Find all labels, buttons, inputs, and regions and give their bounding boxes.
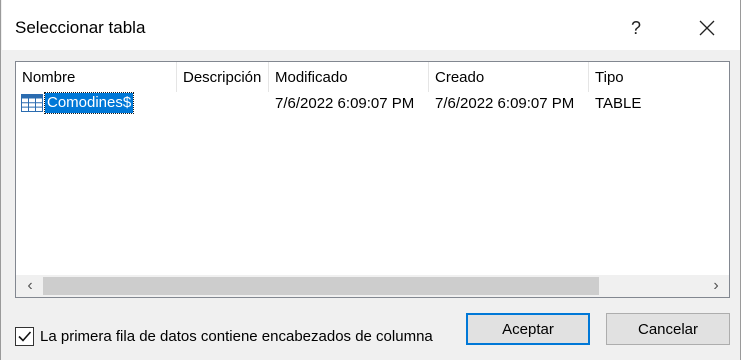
row-name: Comodines$	[43, 92, 135, 114]
header-row-checkbox[interactable]	[15, 326, 34, 346]
scroll-right-button[interactable]: ›	[704, 275, 728, 297]
column-header-modified[interactable]: Modificado	[269, 62, 429, 92]
accept-button[interactable]: Aceptar	[466, 313, 590, 345]
row-created: 7/6/2022 6:09:07 PM	[435, 94, 575, 112]
table-icon	[21, 94, 43, 112]
chevron-left-icon: ‹	[27, 277, 33, 294]
close-button[interactable]	[684, 8, 730, 48]
help-button[interactable]: ?	[613, 8, 659, 48]
chevron-right-icon: ›	[713, 277, 719, 294]
select-table-dialog: Seleccionar tabla ? Nombre Descripción M…	[0, 0, 741, 360]
row-type: TABLE	[595, 94, 642, 112]
horizontal-scrollbar[interactable]: ‹ ›	[16, 275, 729, 297]
cancel-button[interactable]: Cancelar	[606, 313, 730, 345]
row-description	[177, 91, 269, 115]
column-header-type[interactable]: Tipo	[589, 62, 731, 92]
table-list[interactable]: Nombre Descripción Modificado Creado Tip…	[15, 61, 730, 298]
scroll-left-button[interactable]: ‹	[18, 275, 42, 297]
dialog-title: Seleccionar tabla	[15, 18, 146, 37]
row-modified: 7/6/2022 6:09:07 PM	[275, 94, 415, 112]
header-row-checkbox-label: La primera fila de datos contiene encabe…	[40, 327, 433, 345]
column-header-created[interactable]: Creado	[429, 62, 589, 92]
scrollbar-thumb[interactable]	[43, 277, 599, 295]
header-row-option[interactable]: La primera fila de datos contiene encabe…	[15, 325, 433, 347]
help-icon: ?	[630, 17, 641, 38]
title-bar: Seleccionar tabla ?	[2, 0, 740, 50]
close-icon	[699, 20, 715, 36]
column-header-name[interactable]: Nombre	[16, 62, 177, 92]
row-name-cell[interactable]: Comodines$	[21, 91, 181, 115]
checkmark-icon	[18, 330, 32, 342]
column-header-description[interactable]: Descripción	[177, 62, 269, 92]
